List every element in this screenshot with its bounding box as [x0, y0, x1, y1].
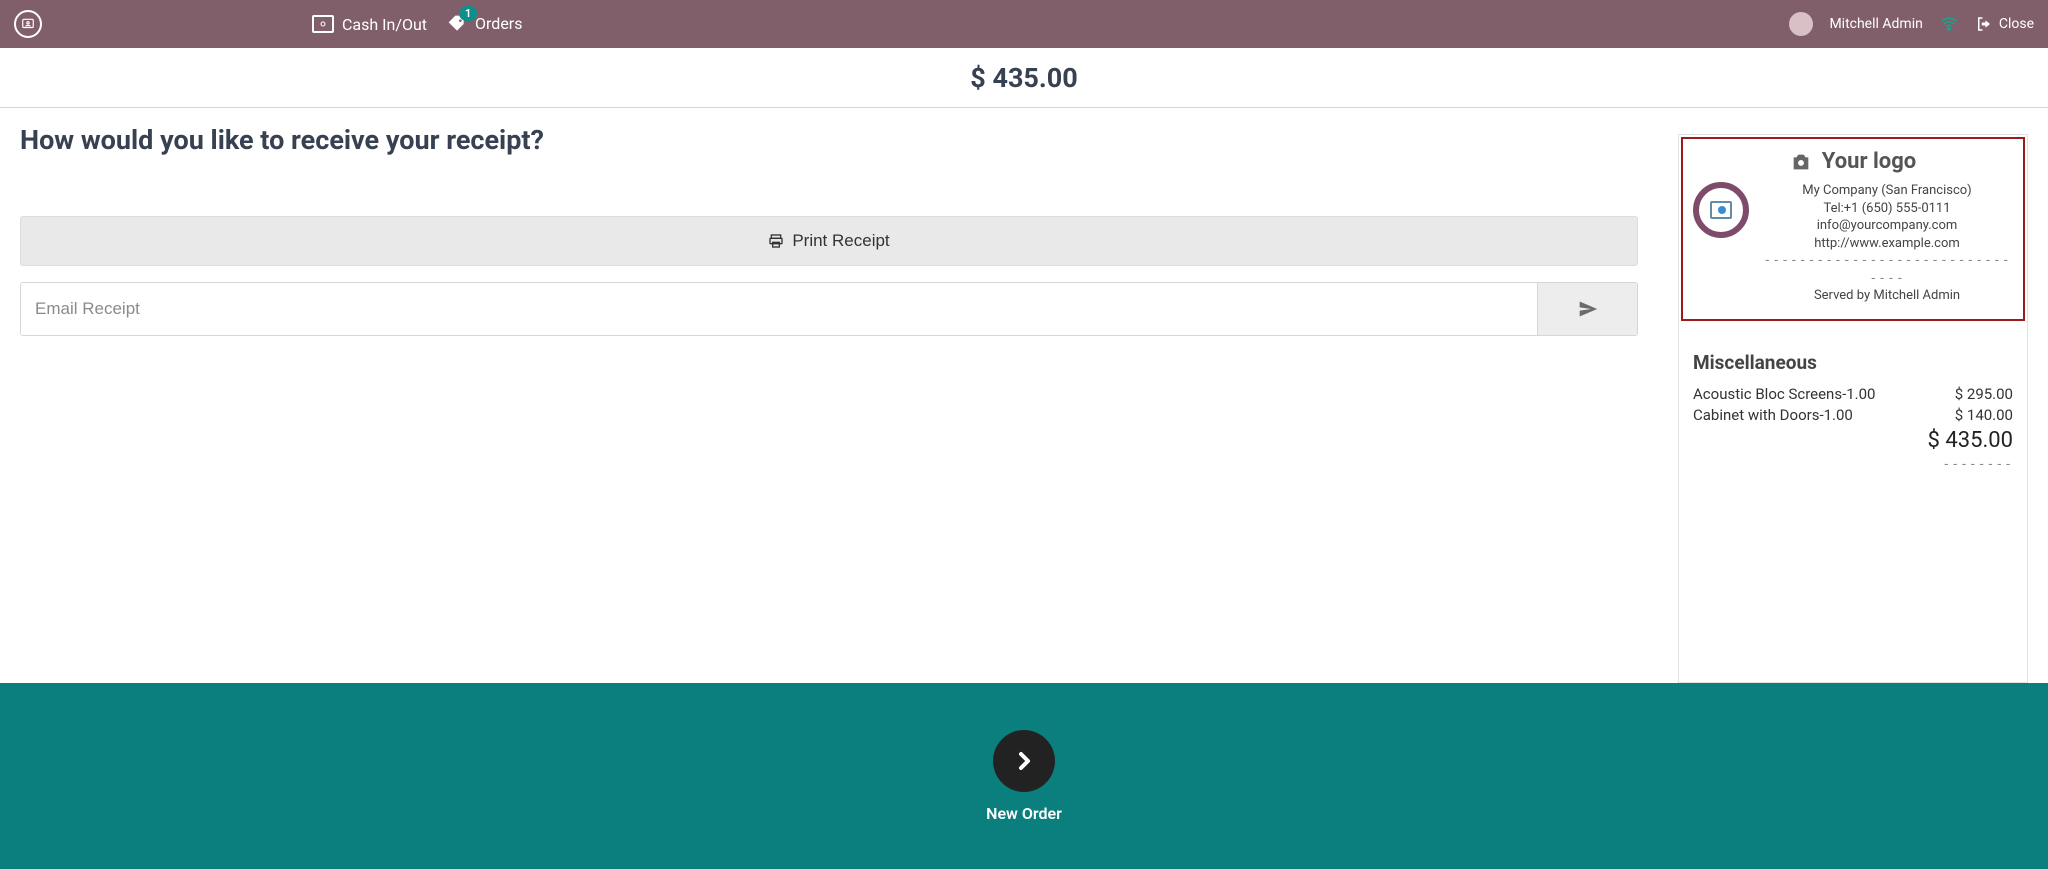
total-amount: $ 435.00 [0, 48, 2048, 108]
email-receipt-row [20, 282, 1638, 336]
served-by: Served by Mitchell Admin [1761, 287, 2013, 305]
nav-left-group: Cash In/Out 1 Orders [14, 10, 522, 38]
receipt-line-desc: Cabinet with Doors-1.00 [1693, 405, 1853, 426]
exit-icon [1975, 15, 1993, 33]
nav-right-group: Mitchell Admin Close [1789, 12, 2034, 36]
company-email: info@yourcompany.com [1761, 217, 2013, 235]
receipt-trailing-dashes: -------- [1693, 457, 2013, 472]
new-order-button[interactable] [993, 730, 1055, 792]
close-label: Close [1999, 16, 2034, 32]
print-icon [768, 233, 784, 249]
print-label: Print Receipt [792, 231, 889, 251]
print-receipt-button[interactable]: Print Receipt [20, 216, 1638, 266]
cash-icon [312, 15, 334, 33]
chevron-right-icon [1012, 749, 1036, 773]
company-info: My Company (San Francisco) Tel:+1 (650) … [1761, 182, 2013, 305]
receipt-line: Cabinet with Doors-1.00 $ 140.00 [1693, 405, 2013, 426]
company-website: http://www.example.com [1761, 235, 2013, 253]
paper-plane-icon [1578, 299, 1598, 319]
close-button[interactable]: Close [1975, 15, 2034, 33]
footer: New Order [0, 683, 2048, 869]
receipt-section-title: Miscellaneous [1693, 351, 2013, 374]
nav-cash-label: Cash In/Out [342, 15, 427, 34]
top-navbar: Cash In/Out 1 Orders Mitchell Admin Clos… [0, 0, 2048, 48]
main-area: How would you like to receive your recei… [0, 108, 2048, 683]
receipt-header: Your logo My Company (San Francisco) Tel… [1681, 137, 2025, 321]
logo-title-text: Your logo [1822, 149, 1916, 174]
email-input[interactable] [21, 283, 1537, 335]
nav-cash-in-out[interactable]: Cash In/Out [312, 15, 427, 34]
receipt-body: Miscellaneous Acoustic Bloc Screens-1.00… [1679, 329, 2027, 482]
orders-badge: 1 [459, 6, 477, 21]
receipt-logo-title-row: Your logo [1693, 149, 2013, 174]
receipt-line-amount: $ 295.00 [1955, 384, 2013, 405]
company-name: My Company (San Francisco) [1761, 182, 2013, 200]
receipt-preview-wrap: Your logo My Company (San Francisco) Tel… [1678, 124, 2028, 683]
new-order-label: New Order [986, 804, 1062, 823]
avatar[interactable] [1789, 12, 1813, 36]
receipt-question: How would you like to receive your recei… [20, 124, 1638, 156]
receipt-line-desc: Acoustic Bloc Screens-1.00 [1693, 384, 1875, 405]
wifi-icon [1939, 14, 1959, 34]
separator-dashes: -------------------------------- [1761, 252, 2013, 287]
send-email-button[interactable] [1537, 283, 1637, 335]
receipt-preview: Your logo My Company (San Francisco) Tel… [1678, 134, 2028, 683]
receipt-line: Acoustic Bloc Screens-1.00 $ 295.00 [1693, 384, 2013, 405]
user-avatar-icon[interactable] [14, 10, 42, 38]
receipt-subtotal: $ 435.00 [1693, 428, 2013, 453]
receipt-line-amount: $ 140.00 [1955, 405, 2013, 426]
company-tel: Tel:+1 (650) 555-0111 [1761, 200, 2013, 218]
company-logo-icon [1693, 182, 1749, 238]
nav-orders[interactable]: 1 Orders [447, 14, 522, 35]
receipt-options: How would you like to receive your recei… [20, 124, 1638, 683]
camera-icon [1790, 151, 1812, 173]
user-name[interactable]: Mitchell Admin [1829, 16, 1922, 32]
nav-orders-label: Orders [475, 14, 522, 33]
